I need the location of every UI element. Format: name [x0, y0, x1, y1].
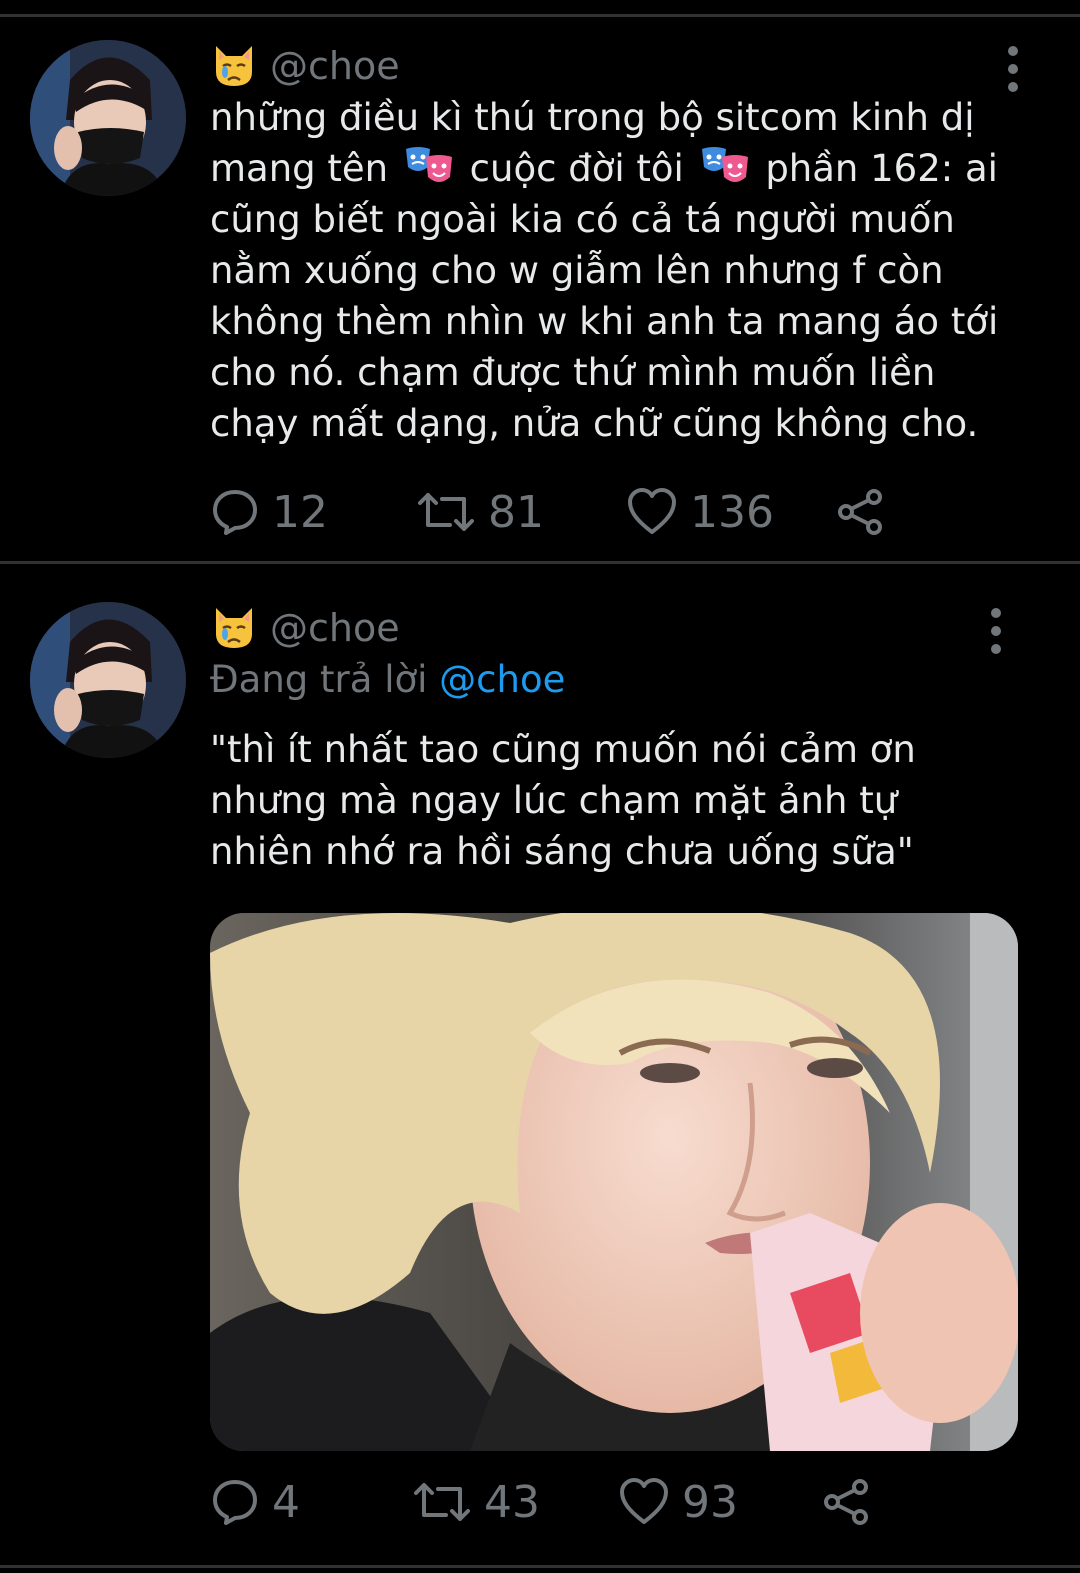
- tweet-text: "thì ít nhất tao cũng muốn nói cảm ơn nh…: [210, 728, 916, 873]
- tweet[interactable]: @choe những điều kì thú trong bộ sitcom …: [0, 18, 1080, 563]
- tweet-actions: 12 81 136: [210, 482, 910, 542]
- heart-icon: [628, 488, 676, 534]
- reply-count: 4: [272, 1476, 300, 1528]
- like-button[interactable]: 93: [618, 1472, 738, 1532]
- user-handle[interactable]: @choe: [270, 606, 400, 650]
- like-button[interactable]: 136: [626, 482, 774, 542]
- performing-arts-icon: [701, 147, 748, 182]
- share-icon: [824, 1479, 868, 1525]
- bottom-divider: [0, 1565, 1080, 1568]
- share-button[interactable]: [822, 1472, 872, 1532]
- top-divider: [0, 14, 1080, 17]
- reply-button[interactable]: 12: [210, 482, 328, 542]
- retweet-icon: [414, 1483, 470, 1521]
- like-count: 136: [690, 486, 774, 538]
- replying-to: Đang trả lời @choe: [210, 658, 566, 701]
- avatar[interactable]: [30, 40, 186, 196]
- reply-button[interactable]: 4: [210, 1472, 300, 1532]
- retweet-count: 81: [488, 486, 544, 538]
- tweet-header: @choe: [210, 602, 400, 654]
- crying-cat-face-icon: [216, 608, 252, 648]
- tweet-header: @choe: [210, 40, 400, 92]
- share-button[interactable]: [836, 482, 886, 542]
- more-options-icon[interactable]: [1006, 46, 1020, 92]
- retweet-icon: [418, 493, 474, 531]
- avatar[interactable]: [30, 602, 186, 758]
- retweet-button[interactable]: 43: [412, 1472, 540, 1532]
- crying-cat-face-icon: [216, 46, 252, 86]
- reply-mention-link[interactable]: @choe: [439, 658, 565, 701]
- tweet[interactable]: @choe Đang trả lời @choe "thì ít nhất ta…: [0, 564, 1080, 1564]
- more-options-icon[interactable]: [989, 608, 1003, 654]
- reply-count: 12: [272, 486, 328, 538]
- retweet-count: 43: [484, 1476, 540, 1528]
- reply-icon: [213, 1480, 257, 1525]
- tweet-photo[interactable]: [210, 913, 1018, 1451]
- heart-icon: [620, 1478, 668, 1524]
- reply-icon: [213, 490, 257, 535]
- tweet-text: những điều kì thú trong bộ sitcom kinh d…: [210, 96, 999, 445]
- user-handle[interactable]: @choe: [270, 44, 400, 88]
- retweet-button[interactable]: 81: [416, 482, 544, 542]
- performing-arts-icon: [405, 147, 452, 182]
- tweet-actions: 4 43 93: [210, 1472, 910, 1532]
- like-count: 93: [682, 1476, 738, 1528]
- share-icon: [838, 489, 882, 535]
